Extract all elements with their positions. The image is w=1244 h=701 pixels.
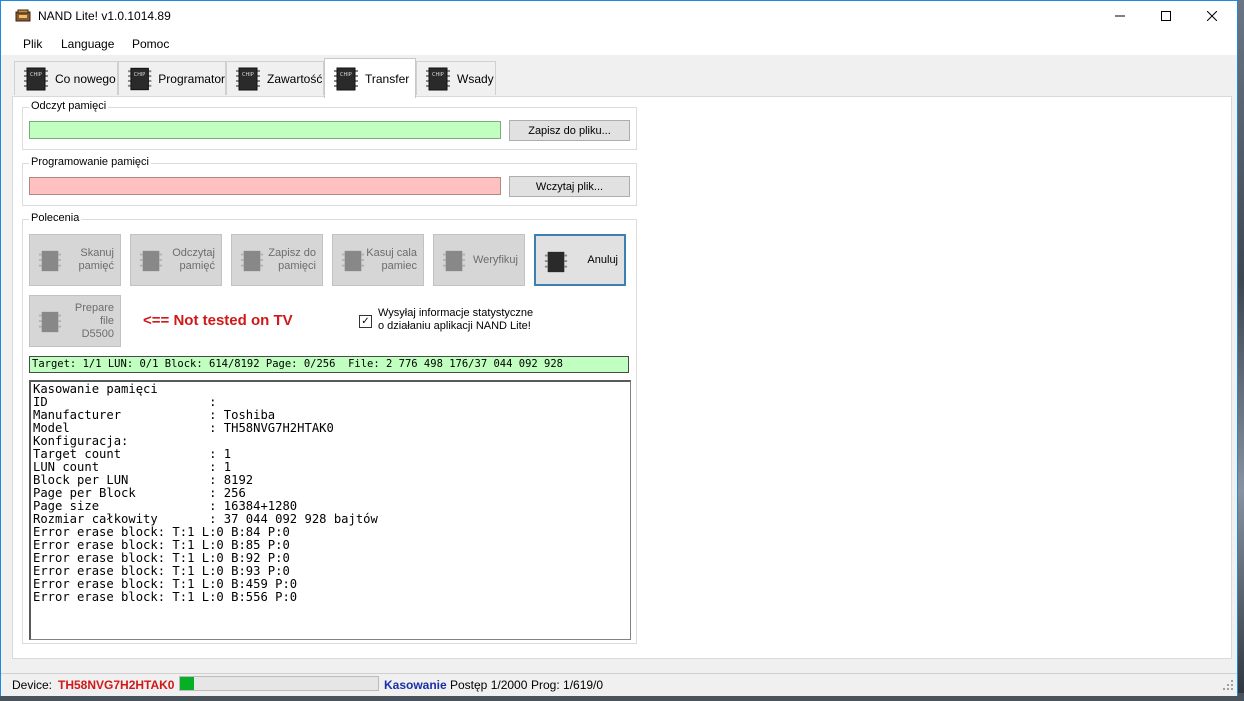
tab-programator[interactable]: CHIP Programator	[118, 61, 226, 95]
chip-icon: CHIP	[426, 67, 450, 90]
chip-icon	[139, 250, 163, 272]
transfer-panel: Odczyt pamięci Zapisz do pliku... Progra…	[12, 96, 1232, 659]
log-textarea[interactable]: Kasowanie pamięci ID : Manufacturer : Tosh…	[29, 380, 631, 640]
app-window: NAND Lite! v1.0.1014.89 Plik Language Po…	[0, 0, 1238, 696]
save-to-file-button[interactable]: Zapisz do pliku...	[509, 120, 630, 141]
svg-text:CHIP: CHIP	[242, 72, 254, 78]
commands-title: Polecenia	[29, 212, 82, 224]
read-memory-button[interactable]: Odczytaj pamięć	[130, 234, 222, 286]
chip-icon	[341, 250, 365, 272]
chip-icon	[240, 250, 264, 272]
device-value: TH58NVG7H2HTAK0	[58, 678, 175, 692]
chip-icon: CHIP	[127, 67, 152, 90]
status-progress-bar	[179, 676, 379, 691]
title-bar[interactable]: NAND Lite! v1.0.1014.89	[1, 1, 1237, 31]
read-memory-group: Odczyt pamięci Zapisz do pliku...	[22, 100, 637, 150]
stats-checkbox-label[interactable]: Wysyłaj informacje statystyczne o działa…	[378, 307, 533, 333]
svg-text:CHIP: CHIP	[30, 72, 42, 78]
verify-button[interactable]: Weryfikuj	[433, 234, 525, 286]
load-file-button[interactable]: Wczytaj plik...	[509, 176, 630, 197]
write-memory-button[interactable]: Zapisz do pamięci	[231, 234, 323, 286]
window-title: NAND Lite! v1.0.1014.89	[38, 9, 171, 23]
tab-transfer[interactable]: CHIP Transfer	[324, 58, 416, 98]
menu-plik[interactable]: Plik	[23, 37, 42, 51]
operation-label: Kasowanie	[384, 678, 447, 692]
svg-text:CHIP: CHIP	[134, 72, 145, 78]
close-button[interactable]	[1189, 1, 1235, 31]
chip-icon	[442, 250, 466, 272]
device-label: Device:	[12, 678, 53, 692]
cancel-button[interactable]: Anuluj	[534, 234, 626, 286]
maximize-icon	[1161, 11, 1171, 21]
tab-co-nowego[interactable]: CHIP Co nowego	[14, 61, 118, 95]
status-bar: Device: TH58NVG7H2HTAK0 Kasowanie Postęp…	[1, 673, 1237, 696]
svg-text:CHIP: CHIP	[432, 72, 444, 78]
resize-grip-icon[interactable]	[1223, 680, 1233, 690]
tab-wsady[interactable]: CHIP Wsady	[416, 61, 496, 95]
svg-text:CHIP: CHIP	[340, 72, 352, 78]
tab-strip: CHIP Co nowego CHIP Programator CHIP Zaw…	[1, 55, 1237, 98]
erase-memory-button[interactable]: Kasuj cala pamiec	[332, 234, 424, 286]
tab-zawartosc[interactable]: CHIP Zawartość	[226, 61, 324, 95]
status-progress-fill	[180, 677, 194, 690]
prog-text: Prog: 1/619/0	[531, 678, 604, 692]
chip-icon: CHIP	[334, 67, 358, 90]
read-progress-bar	[29, 121, 501, 139]
progress-text: Postęp 1/2000	[450, 678, 528, 692]
prepare-file-button[interactable]: Prepare file D5500	[29, 295, 121, 347]
menu-bar: Plik Language Pomoc	[1, 31, 1237, 55]
minimize-icon	[1115, 15, 1125, 17]
chip-icon: CHIP	[236, 67, 260, 90]
close-icon	[1207, 11, 1217, 21]
not-tested-warning: <== Not tested on TV	[143, 312, 293, 329]
app-icon	[15, 9, 31, 22]
transfer-status-line: Target: 1/1 LUN: 0/1 Block: 614/8192 Pag…	[29, 356, 629, 373]
chip-icon	[544, 251, 568, 273]
program-progress-bar	[29, 177, 501, 195]
menu-language[interactable]: Language	[61, 37, 114, 51]
program-memory-title: Programowanie pamięci	[29, 156, 151, 168]
log-line: Error erase block: T:1 L:0 B:556 P:0	[33, 590, 298, 604]
commands-group: Polecenia Skanuj pamięć Odczytaj pamięć …	[22, 212, 637, 644]
maximize-button[interactable]	[1143, 1, 1189, 31]
chip-icon: CHIP	[24, 67, 48, 90]
minimize-button[interactable]	[1097, 1, 1143, 31]
read-memory-title: Odczyt pamięci	[29, 100, 109, 112]
stats-checkbox[interactable]: ✓	[359, 315, 372, 328]
menu-pomoc[interactable]: Pomoc	[132, 37, 169, 51]
chip-icon	[38, 250, 62, 272]
scan-memory-button[interactable]: Skanuj pamięć	[29, 234, 121, 286]
chip-icon	[38, 311, 62, 333]
program-memory-group: Programowanie pamięci Wczytaj plik...	[22, 156, 637, 206]
